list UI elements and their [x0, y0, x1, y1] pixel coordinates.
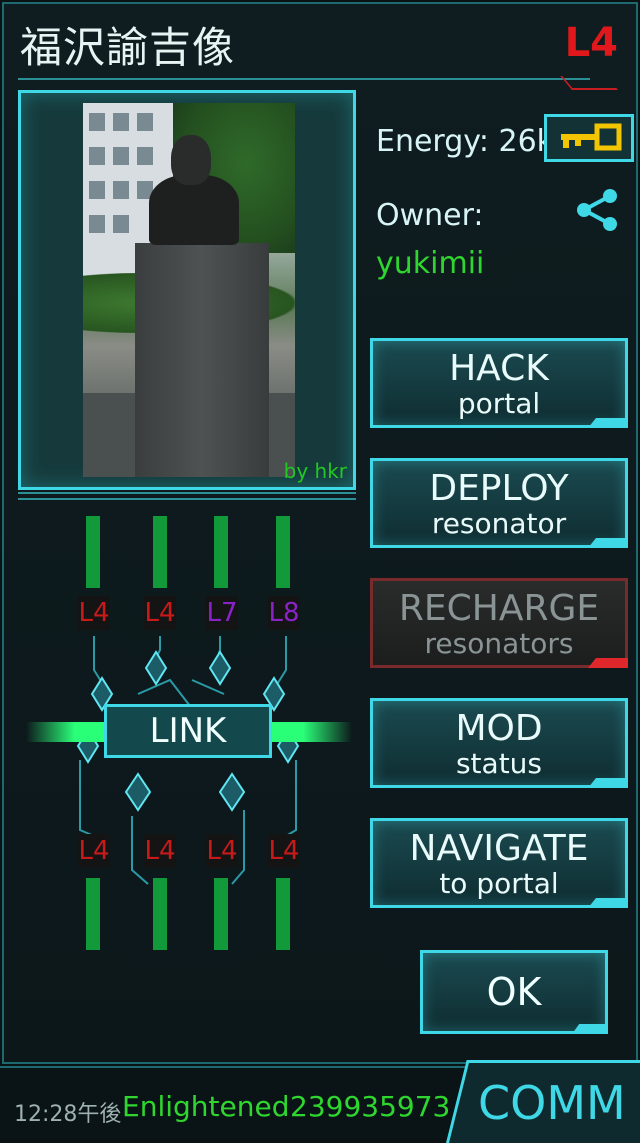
button-label: RECHARGE — [398, 588, 600, 629]
button-notch — [588, 658, 628, 668]
resonator-energy-bar — [214, 516, 228, 588]
resonator-energy-bar — [276, 516, 290, 588]
faction-name: Enlightened — [122, 1090, 290, 1123]
photo-divider — [18, 492, 356, 500]
button-notch — [588, 418, 628, 428]
resonator-energy-bar — [214, 878, 228, 950]
resonator-level[interactable]: L4 — [78, 596, 110, 630]
resonator-level[interactable]: L4 — [144, 834, 176, 868]
resonator-level[interactable]: L4 — [144, 596, 176, 630]
recharge-resonators-button[interactable]: RECHARGE resonators — [370, 578, 628, 668]
photo-pedestal — [135, 243, 269, 477]
portal-title: 福沢諭吉像 — [20, 23, 236, 72]
resonator-energy-bar — [153, 516, 167, 588]
hack-portal-button[interactable]: HACK portal — [370, 338, 628, 428]
resonator-energy-bar — [153, 878, 167, 950]
button-label: HACK — [449, 348, 549, 389]
resonator-energy-bar — [86, 878, 100, 950]
button-sublabel: portal — [457, 387, 541, 420]
clock: 12:28午後 — [14, 1102, 122, 1127]
resonator-level[interactable]: L4 — [78, 834, 110, 868]
button-label: NAVIGATE — [409, 828, 589, 869]
resonator-energy-bar — [86, 516, 100, 588]
mod-status-button[interactable]: MOD status — [370, 698, 628, 788]
resonator-level[interactable]: L4 — [206, 834, 238, 868]
button-notch — [588, 538, 628, 548]
resonator-level[interactable]: L7 — [206, 596, 238, 630]
key-button[interactable] — [544, 114, 634, 162]
button-label: DEPLOY — [429, 468, 569, 509]
energy-readout: Energy: 26k — [376, 124, 555, 159]
owner-name[interactable]: yukimii — [376, 246, 484, 281]
owner-label: Owner: — [376, 198, 484, 233]
ok-button[interactable]: OK — [420, 950, 608, 1034]
photo-bust-body — [149, 175, 239, 245]
button-sublabel: to portal — [439, 867, 559, 900]
link-button[interactable]: LINK — [104, 704, 272, 758]
portal-level: L4 — [564, 20, 618, 66]
photo-credit: by hkr — [283, 459, 347, 483]
button-notch — [588, 898, 628, 908]
button-notch — [588, 778, 628, 788]
portal-photo[interactable] — [83, 103, 295, 477]
resonator-diagram: L4 L4 L7 L8 LINK L4 L4 L4 L4 — [20, 510, 360, 960]
button-sublabel: resonators — [424, 627, 574, 660]
navigate-to-portal-button[interactable]: NAVIGATE to portal — [370, 818, 628, 908]
status-bar: 12:28午後 Enlightened 239935973 COMM — [0, 1060, 640, 1143]
ok-label: OK — [486, 970, 542, 1014]
key-icon — [561, 123, 622, 151]
resonator-energy-bar — [276, 878, 290, 950]
button-sublabel: status — [455, 747, 543, 780]
resonator-level[interactable]: L8 — [268, 596, 300, 630]
portal-photo-frame[interactable]: by hkr — [18, 90, 356, 490]
button-label: MOD — [455, 708, 543, 749]
faction-score: 239935973 — [290, 1090, 451, 1123]
button-sublabel: resonator — [431, 507, 567, 540]
photo-bust-head — [171, 135, 211, 185]
button-notch — [572, 1024, 608, 1034]
resonator-level[interactable]: L4 — [268, 834, 300, 868]
share-icon[interactable] — [574, 188, 622, 232]
title-divider — [18, 78, 590, 80]
comm-label[interactable]: COMM — [478, 1076, 626, 1130]
deploy-resonator-button[interactable]: DEPLOY resonator — [370, 458, 628, 548]
